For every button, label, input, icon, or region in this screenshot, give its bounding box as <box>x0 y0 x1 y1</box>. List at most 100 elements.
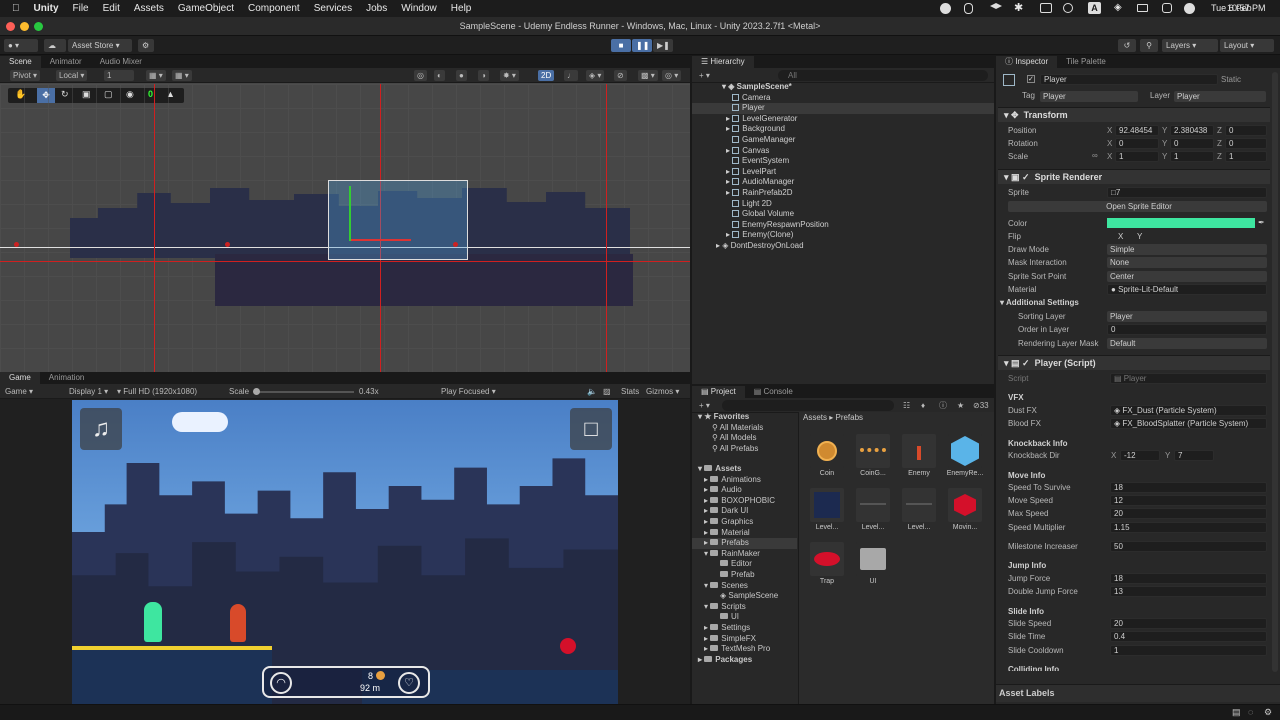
hierarchy-item[interactable]: Player <box>732 103 765 114</box>
heart-icon[interactable]: ♡ <box>398 672 420 694</box>
menu-app-unity[interactable]: Unity <box>34 3 59 14</box>
display-dropdown[interactable]: Display 1 ▾ <box>66 386 111 397</box>
menu-gameobject[interactable]: GameObject <box>178 3 234 14</box>
hierarchy-item[interactable]: ▸ Enemy(Clone) <box>726 230 793 241</box>
step-button[interactable]: ▶❚ <box>653 39 673 52</box>
layout-dropdown[interactable]: Layout ▾ <box>1220 39 1274 52</box>
asset-store-button[interactable]: Asset Store ▾ <box>68 39 132 52</box>
tab-inspector[interactable]: ⓘ Inspector <box>996 56 1058 68</box>
scale-z-field[interactable]: 1 <box>1225 151 1267 162</box>
status-icon[interactable]: ⚙ <box>1264 707 1272 718</box>
scale-slider-handle[interactable] <box>253 388 260 395</box>
project-add-button[interactable]: + ▾ <box>696 400 713 411</box>
hierarchy-item[interactable]: ▸ Canvas <box>726 146 769 157</box>
asset-level-part[interactable]: Level... <box>851 488 895 531</box>
toggle-icon[interactable] <box>1162 3 1172 13</box>
project-folder[interactable]: ▸ TextMesh Pro <box>704 644 770 655</box>
project-folder[interactable]: ▸ Settings <box>704 623 750 634</box>
sphere-icon[interactable]: ● <box>456 70 467 81</box>
rendering-layer-mask-dropdown[interactable]: Default <box>1107 338 1267 349</box>
grid-icon[interactable]: ▦ ▾ <box>146 70 166 81</box>
play-focused-dropdown[interactable]: Play Focused ▾ <box>438 386 499 397</box>
project-folder[interactable]: ▸ SimpleFX <box>704 634 756 645</box>
window-close-button[interactable] <box>6 22 15 31</box>
local-dropdown[interactable]: Local ▾ <box>56 70 88 81</box>
status-app-icon[interactable] <box>940 3 951 14</box>
order-in-layer-field[interactable]: 0 <box>1107 324 1267 335</box>
rotation-z-field[interactable]: 0 <box>1225 138 1267 149</box>
camera-icon[interactable]: ▩ ▾ <box>638 70 658 81</box>
wifi-icon[interactable]: ◈ <box>1114 2 1122 13</box>
dust-fx-field[interactable]: ◈ FX_Dust (Particle System) <box>1110 405 1267 416</box>
package-icon[interactable]: ⚙ <box>138 39 154 52</box>
project-breadcrumb[interactable]: Assets ▸ Prefabs <box>803 413 863 424</box>
player-script-header[interactable]: ▾ ▤ ✓ Player (Script) <box>998 355 1270 370</box>
menubar-time[interactable]: 10:57 PM <box>1227 3 1266 13</box>
sprite-field[interactable]: □7 <box>1107 187 1267 198</box>
project-folder[interactable]: Editor <box>720 559 752 570</box>
tab-scene[interactable]: Scene <box>0 56 41 68</box>
scale-x-field[interactable]: 1 <box>1115 151 1159 162</box>
sorting-layer-dropdown[interactable]: Player <box>1107 311 1267 322</box>
rotation-x-field[interactable]: 0 <box>1115 138 1159 149</box>
snap-icon[interactable]: ▦ ▾ <box>172 70 192 81</box>
project-assets-root[interactable]: ▾ Assets <box>698 464 742 475</box>
hierarchy-add-button[interactable]: + ▾ <box>696 70 713 81</box>
hierarchy-item[interactable]: Global Volume <box>732 209 794 220</box>
layer-dropdown[interactable]: Player <box>1174 91 1266 102</box>
hierarchy-item[interactable]: ▸ LevelGenerator <box>726 114 797 125</box>
knockback-x-field[interactable]: -12 <box>1120 450 1160 461</box>
slide-button-icon[interactable]: ◠ <box>270 672 292 694</box>
tab-tile-palette[interactable]: Tile Palette <box>1057 56 1115 68</box>
tab-hierarchy[interactable]: ☰ Hierarchy <box>692 56 754 68</box>
menu-component[interactable]: Component <box>248 3 300 14</box>
mask-interaction-dropdown[interactable]: None <box>1107 257 1267 268</box>
menu-assets[interactable]: Assets <box>134 3 164 14</box>
hierarchy-item[interactable]: ▸ AudioManager <box>726 177 794 188</box>
window-minimize-button[interactable] <box>20 22 29 31</box>
gizmo-orient-icon[interactable]: ◎ <box>414 70 427 81</box>
play-status-icon[interactable] <box>1063 3 1073 13</box>
project-folder[interactable]: ▸ Audio <box>704 485 742 496</box>
flip-x-checkbox[interactable]: X <box>1118 232 1123 241</box>
transform-component-header[interactable]: ▾ ✥ Transform <box>998 107 1270 122</box>
speed-multiplier-field[interactable]: 1.15 <box>1110 522 1267 533</box>
hierarchy-item[interactable]: GameManager <box>732 135 795 146</box>
hierarchy-item[interactable]: ▸ Background <box>726 124 785 135</box>
jump-force-field[interactable]: 18 <box>1110 573 1267 584</box>
gizmos-dropdown[interactable]: Gizmos ▾ <box>643 386 682 397</box>
active-checkbox[interactable]: ✓ <box>1027 75 1035 83</box>
move-speed-field[interactable]: 12 <box>1110 495 1267 506</box>
pause-button[interactable]: ❚❚ <box>632 39 652 52</box>
window-zoom-button[interactable] <box>34 22 43 31</box>
shortcuts-icon[interactable]: ▨ <box>600 386 614 397</box>
fx-icon[interactable]: ◈ ▾ <box>586 70 605 81</box>
project-folder[interactable]: ▸ Graphics <box>704 517 753 528</box>
asset-enemy[interactable]: Enemy <box>897 434 941 477</box>
hidden-icon[interactable]: ⊘ <box>614 70 627 81</box>
open-sprite-editor-button[interactable]: Open Sprite Editor <box>1008 201 1267 212</box>
music-toggle-icon[interactable]: ♫ <box>80 408 122 450</box>
tab-console[interactable]: ▤ Console <box>745 386 802 398</box>
hierarchy-item[interactable]: ▸ LevelPart <box>726 167 776 178</box>
hierarchy-search-input[interactable]: All <box>778 70 988 81</box>
asset-trap[interactable]: Trap <box>805 542 849 585</box>
status-icon[interactable]: ◌ <box>1248 707 1253 717</box>
menu-edit[interactable]: Edit <box>103 3 120 14</box>
asset-level-part[interactable]: Level... <box>805 488 849 531</box>
effects-icon[interactable]: ✸ ▾ <box>500 70 519 81</box>
stats-button[interactable]: Stats <box>618 386 642 397</box>
asset-ui-folder[interactable]: UI <box>851 542 895 585</box>
sprite-renderer-header[interactable]: ▾ ▣ ✓ Sprite Renderer <box>998 169 1270 184</box>
tab-animation[interactable]: Animation <box>40 372 94 384</box>
project-packages[interactable]: ▸ Packages <box>698 655 752 666</box>
material-field[interactable]: ● Sprite-Lit-Default <box>1107 284 1267 295</box>
favorite-star-icon[interactable]: ★ <box>954 400 967 411</box>
layers-dropdown[interactable]: Layers ▾ <box>1162 39 1218 52</box>
pivot-dropdown[interactable]: Pivot ▾ <box>10 70 41 81</box>
double-jump-force-field[interactable]: 13 <box>1110 586 1267 597</box>
mute-icon[interactable]: 🔈 <box>584 386 600 397</box>
project-folder[interactable]: Prefab <box>720 570 755 581</box>
gizmos-icon[interactable]: ◎ ▾ <box>662 70 682 81</box>
lighting-icon[interactable]: ◑ <box>478 70 489 81</box>
